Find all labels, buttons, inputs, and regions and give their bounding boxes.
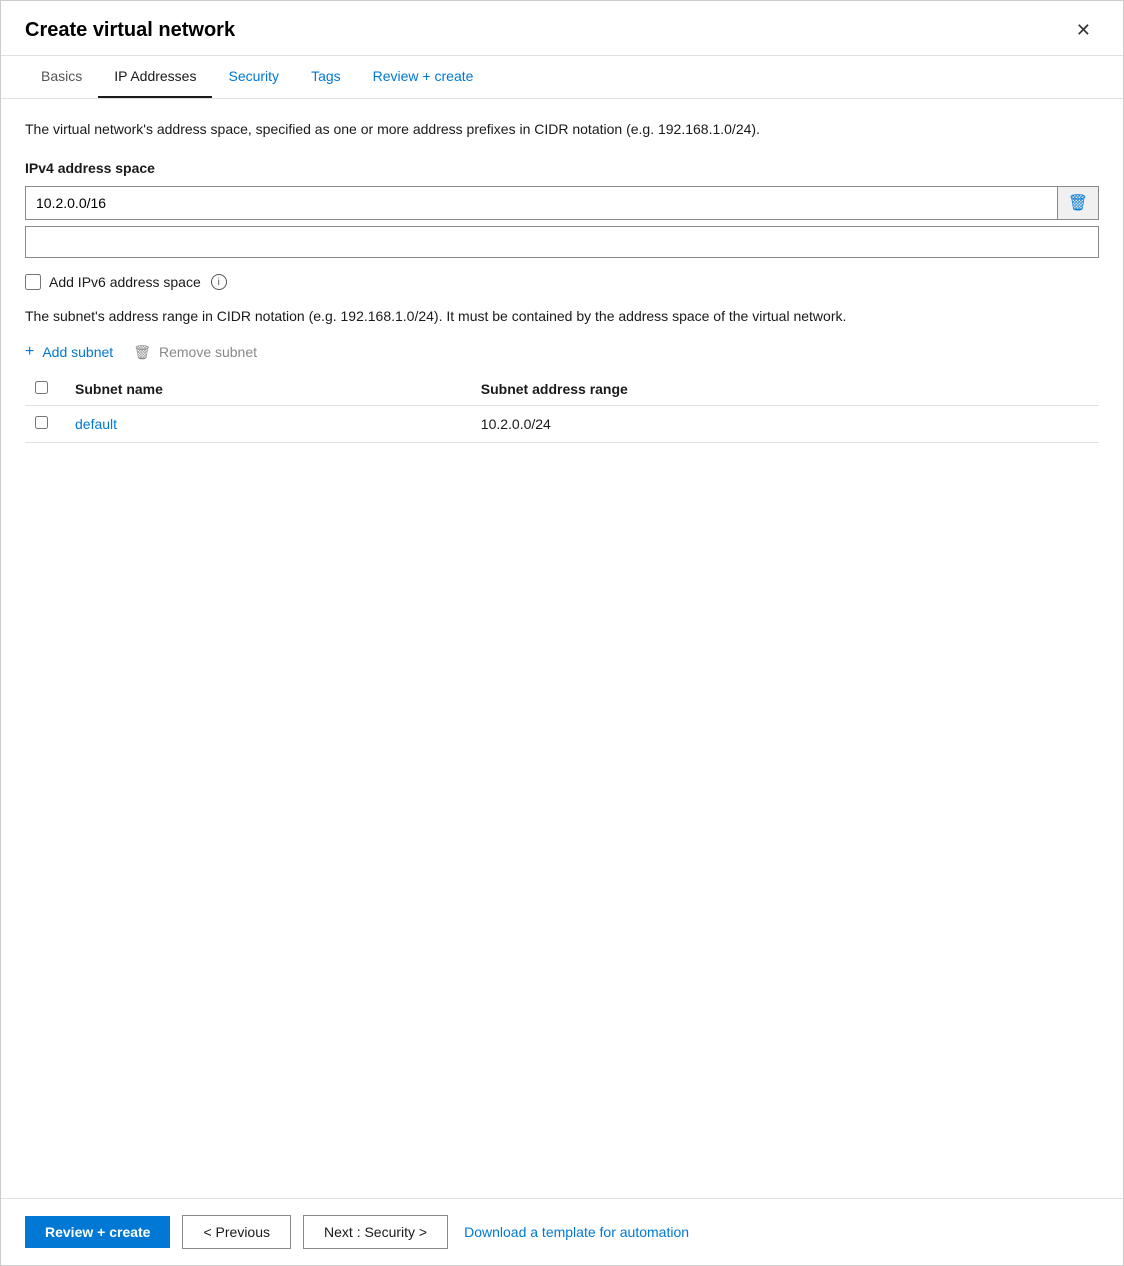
ipv4-secondary-input[interactable] [26, 227, 1098, 257]
address-space-description: The virtual network's address space, spe… [25, 119, 1099, 140]
tab-tags[interactable]: Tags [295, 56, 357, 98]
ipv4-section-label: IPv4 address space [25, 160, 1099, 176]
subnet-range-cell: 10.2.0.0/24 [471, 406, 1099, 443]
previous-button[interactable]: < Previous [182, 1215, 291, 1249]
subnet-actions: +Add subnet 🗑Remove subnet [25, 343, 1099, 361]
tab-bar: Basics IP Addresses Security Tags Review… [1, 56, 1123, 99]
row-checkbox[interactable] [35, 416, 48, 429]
tab-basics[interactable]: Basics [25, 56, 98, 98]
col-subnet-range-header: Subnet address range [471, 373, 1099, 406]
create-virtual-network-dialog: Create virtual network ✕ Basics IP Addre… [0, 0, 1124, 1266]
table-row: default 10.2.0.0/24 [25, 406, 1099, 443]
dialog-title: Create virtual network [25, 19, 235, 42]
select-all-checkbox[interactable] [35, 381, 48, 394]
row-checkbox-cell [25, 406, 65, 443]
ipv6-checkbox-label[interactable]: Add IPv6 address space [49, 274, 201, 290]
content-area: The virtual network's address space, spe… [1, 99, 1123, 1198]
dialog-header: Create virtual network ✕ [1, 1, 1123, 56]
plus-icon: + [25, 343, 34, 361]
trash-icon: 🗑 [1068, 193, 1088, 213]
footer: Review + create < Previous Next : Securi… [1, 1198, 1123, 1265]
ipv6-checkbox-row: Add IPv6 address space i [25, 274, 1099, 290]
ipv4-input-row: 🗑 [25, 186, 1099, 220]
subnet-description: The subnet's address range in CIDR notat… [25, 306, 1099, 327]
download-template-link[interactable]: Download a template for automation [460, 1216, 693, 1248]
col-subnet-name-header: Subnet name [65, 373, 471, 406]
tab-review-create[interactable]: Review + create [357, 56, 490, 98]
tab-ip-addresses[interactable]: IP Addresses [98, 56, 212, 98]
close-button[interactable]: ✕ [1068, 17, 1099, 43]
review-create-button[interactable]: Review + create [25, 1216, 170, 1248]
tab-security[interactable]: Security [212, 56, 295, 98]
ipv4-input[interactable] [26, 189, 1057, 217]
ipv4-delete-button[interactable]: 🗑 [1057, 187, 1098, 219]
add-subnet-button[interactable]: +Add subnet [25, 343, 113, 361]
remove-subnet-button[interactable]: 🗑Remove subnet [133, 344, 257, 361]
subnet-table: Subnet name Subnet address range default… [25, 373, 1099, 443]
ipv6-info-icon: i [211, 274, 227, 290]
subnet-name-cell: default [65, 406, 471, 443]
subnet-name-link[interactable]: default [75, 416, 117, 432]
col-checkbox-header [25, 373, 65, 406]
ipv6-checkbox[interactable] [25, 274, 41, 290]
ipv4-secondary-input-row [25, 226, 1099, 258]
next-button[interactable]: Next : Security > [303, 1215, 448, 1249]
